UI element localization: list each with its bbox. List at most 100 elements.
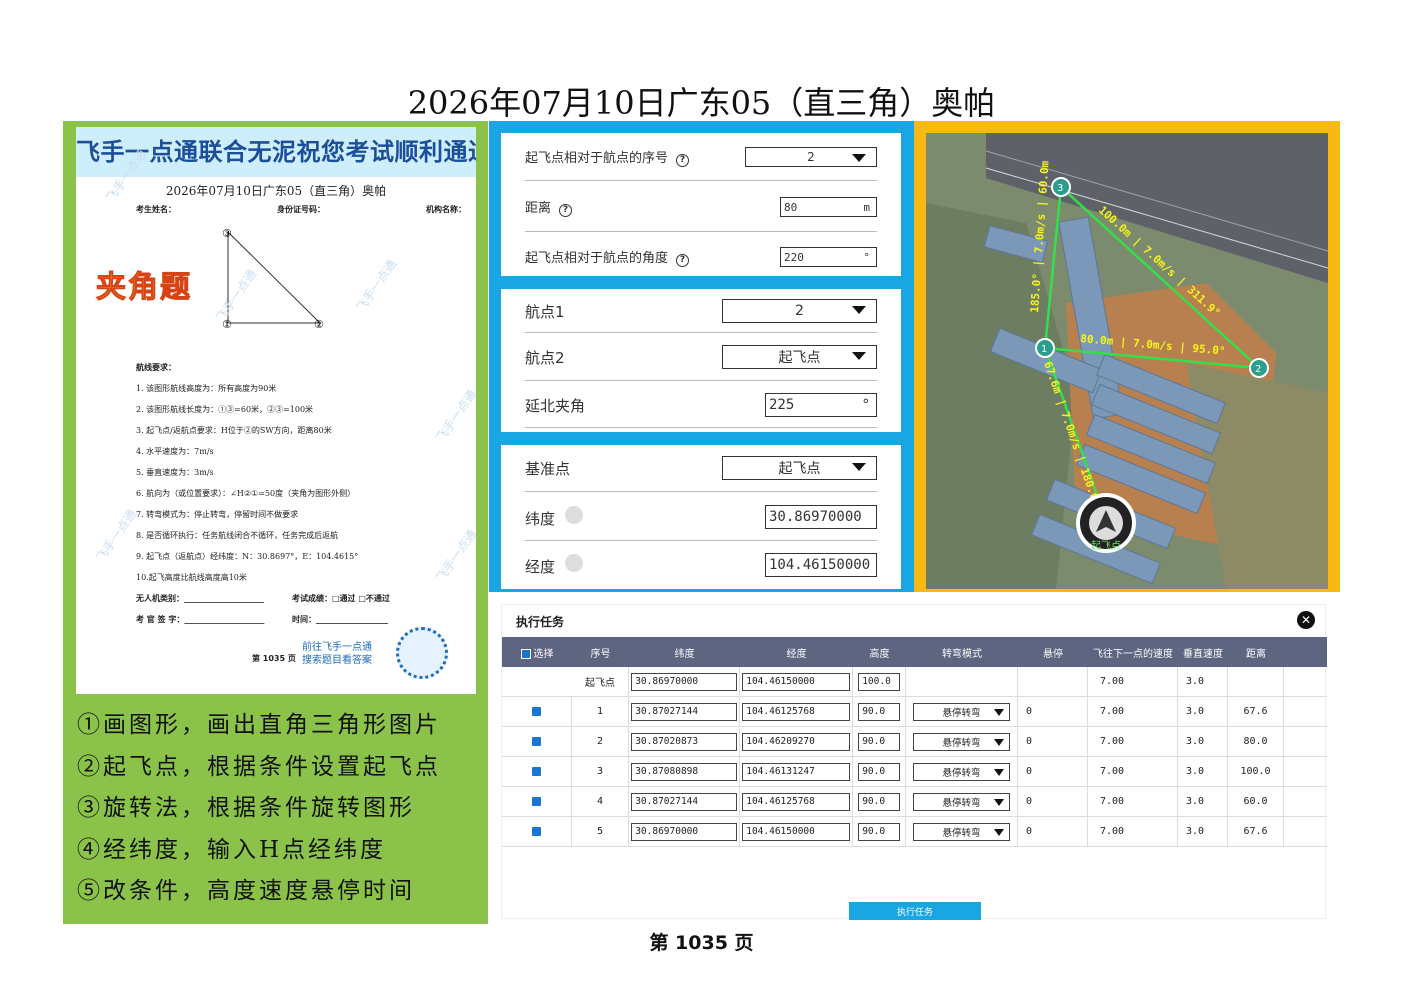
lat-input[interactable]: 30.87027144 [631,792,737,811]
settings-panel: 起飞点相对于航点的序号? 2 距离? 80 m 起飞点相对于航点的角度? 220 °… [489,121,914,592]
steps-list: ①画图形，画出直角三角形图片 ②起飞点，根据条件设置起飞点 ③旋转法，根据条件旋… [77,705,441,913]
lat-input[interactable]: 30.87027144 [631,702,737,721]
alt-input[interactable]: 90.0 [858,732,900,751]
qr-code-icon[interactable] [396,627,448,679]
help-icon[interactable]: ? [676,154,690,167]
header-hover: 悬停 [1043,648,1063,660]
lon-input[interactable]: 104.46209270 [742,732,850,751]
field-name: 考生姓名： [136,205,176,214]
header-seq: 序号 [590,648,611,660]
hover-value[interactable]: 0 [1018,726,1088,757]
turn-mode-select[interactable]: 悬停转弯 [912,762,1011,781]
angle-input[interactable]: 220 ° [780,247,877,267]
row-checkbox[interactable] [532,797,541,806]
turn-mode-select[interactable]: 悬停转弯 [912,822,1011,841]
row-seq: 4 [572,786,629,817]
speed-value[interactable]: 7.00 [1088,786,1178,817]
step-3: ③旋转法，根据条件旋转图形 [77,795,415,821]
sheet-fields: 考生姓名： 身份证号码： 机构名称： [136,204,466,215]
svg-text:3: 3 [1057,183,1063,194]
turn-mode-select[interactable]: 悬停转弯 [912,702,1011,721]
field-org: 机构名称： [426,205,466,214]
hover-value[interactable]: 0 [1018,786,1088,817]
takeoff-seq-label: 起飞点相对于航点的序号? [525,147,745,167]
vspeed-value[interactable]: 3.0 [1178,726,1228,757]
field-id: 身份证号码： [277,205,325,214]
speed-value[interactable]: 7.00 [1088,756,1178,787]
chevron-down-icon [852,306,866,314]
waypoint-2[interactable]: 2 [1249,358,1269,378]
lat-input[interactable]: 30.86970000 [631,672,737,691]
home-marker[interactable]: 起飞点 [1076,493,1136,553]
help-icon[interactable]: ? [676,254,690,267]
dist-value: 60.0 [1228,786,1284,817]
table-row: 5 30.86970000 104.46150000 90.0 悬停转弯 0 7.00 3.0… [502,816,1327,847]
lon-input[interactable]: 104.46125768 [742,792,850,811]
longitude-input[interactable]: 104.46150000 [765,553,877,577]
hover-value[interactable]: 0 [1018,816,1088,847]
vspeed-value[interactable]: 3.0 [1178,756,1228,787]
header-select[interactable]: 选择 [502,645,572,660]
latitude-label: 纬度 [525,505,765,529]
row-checkbox[interactable] [532,767,541,776]
satellite-map[interactable]: 185.0° | 7.0m/s | 60.0m 100.0m | 7.0m/s … [926,133,1328,589]
speed-value[interactable]: 7.00 [1088,816,1178,847]
req-9: 9. 起飞点（返航点）经纬度：N：30.8697°，E：104.4615° [136,552,359,561]
speed-value[interactable]: 7.00 [1088,696,1178,727]
row-checkbox[interactable] [532,737,541,746]
close-icon[interactable]: ✕ [1297,611,1315,629]
lat-input[interactable]: 30.87080898 [631,762,737,781]
page-title: 2026年07月10日广东05（直三角）奥帕 [407,84,996,122]
req-2: 2. 该图形航线长度为：①③=60米，②③=100米 [136,405,314,414]
hover-value[interactable]: 0 [1018,756,1088,787]
wp1-label: 航点1 [525,302,565,321]
table-row: 1 30.87027144 104.46125768 90.0 悬停转弯 0 7.00 3.0… [502,696,1327,727]
lon-input[interactable]: 104.46131247 [742,762,850,781]
time-field: 时间：__________________ [292,614,388,624]
point-2-label: ② [314,318,324,331]
result-field: 考试成绩：□通过 □不通过 [292,593,390,603]
hover-value[interactable]: 0 [1018,696,1088,727]
speed-value: 7.00 [1088,666,1178,697]
coord-card: 基准点 起飞点 纬度 30.86970000 经度 104.46150000 [501,445,901,589]
table-row: 3 30.87080898 104.46131247 90.0 悬停转弯 0 7.00 3.0… [502,756,1327,787]
latitude-input[interactable]: 30.86970000 [765,505,877,529]
row-checkbox[interactable] [532,827,541,836]
header-dist: 距离 [1246,648,1266,660]
vspeed-value[interactable]: 3.0 [1178,816,1228,847]
chevron-down-icon [994,738,1005,746]
alt-input[interactable]: 90.0 [858,822,900,841]
lon-input[interactable]: 104.46150000 [742,822,850,841]
wp1-select[interactable]: 2 [722,299,877,323]
alt-input[interactable]: 90.0 [858,762,900,781]
chevron-down-icon [994,798,1005,806]
turn-mode-select[interactable]: 悬停转弯 [912,792,1011,811]
turn-mode-select[interactable]: 悬停转弯 [912,732,1011,751]
distance-input[interactable]: 80 m [780,197,877,217]
help-icon[interactable]: ? [559,204,573,217]
takeoff-seq-select[interactable]: 2 [745,147,877,167]
row-checkbox[interactable] [532,707,541,716]
lat-input[interactable]: 30.87020873 [631,732,737,751]
chevron-down-icon [994,708,1005,716]
alt-input[interactable]: 90.0 [858,792,900,811]
lat-input[interactable]: 30.86970000 [631,822,737,841]
row-seq: 起飞点 [572,666,629,697]
waypoint-1[interactable]: 1 [1035,338,1055,358]
lock-icon [565,505,584,524]
speed-value[interactable]: 7.00 [1088,726,1178,757]
lon-input[interactable]: 104.46125768 [742,702,850,721]
waypoint-3[interactable]: 3 [1051,177,1071,197]
north-angle-input[interactable]: 225 ° [765,393,877,417]
req-3: 3. 起飞点/返航点要求：H位于②的SW方向，距离80米 [136,426,332,435]
base-point-select[interactable]: 起飞点 [722,456,877,480]
wp2-select[interactable]: 起飞点 [722,345,877,369]
alt-input[interactable]: 100.0 [858,672,900,691]
execute-task-button[interactable]: 执行任务 [849,902,981,920]
sheet-page-num: 第 1035 页 [252,654,296,663]
vspeed-value[interactable]: 3.0 [1178,786,1228,817]
header-speed: 飞往下一点的速度 [1093,648,1173,660]
vspeed-value[interactable]: 3.0 [1178,696,1228,727]
alt-input[interactable]: 90.0 [858,702,900,721]
lon-input[interactable]: 104.46150000 [742,672,850,691]
